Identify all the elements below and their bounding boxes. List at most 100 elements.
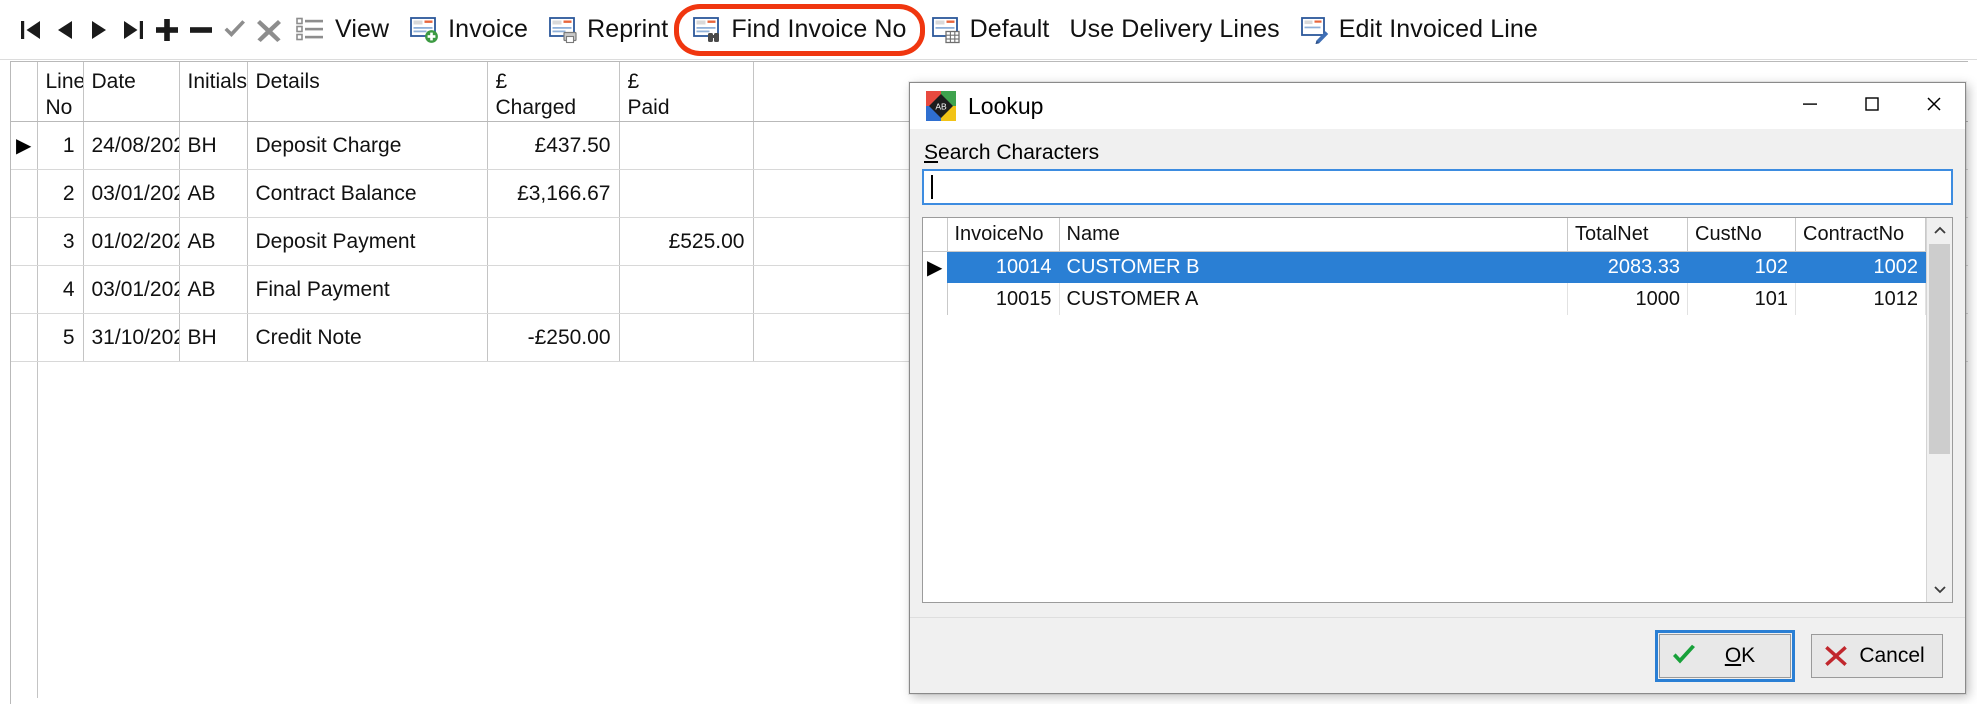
cell-details[interactable]: Contract Balance [247,169,488,218]
maximize-button[interactable] [1841,83,1903,129]
scroll-up-button[interactable] [1927,218,1952,244]
column-header-charged[interactable]: £ Charged [487,62,620,122]
lookup-dialog[interactable]: AB Lookup Search Characters InvoiceNo Na… [909,82,1966,694]
cell-date[interactable]: 01/02/2022 [83,217,180,266]
cell-date[interactable]: 31/10/2022 [83,313,180,362]
ok-button[interactable]: OK [1655,629,1795,682]
previous-record-icon [54,18,76,42]
column-header-initials[interactable]: Initials [179,62,248,122]
cancel-edit-button[interactable] [252,8,286,52]
cell-date[interactable]: 24/08/2022 [83,121,180,170]
cell-custno[interactable]: 101 [1687,283,1796,315]
cell-name[interactable]: CUSTOMER B [1059,251,1568,283]
column-header-line-no[interactable]: Line No [37,62,84,122]
cell-charged[interactable] [487,217,620,266]
cell-charged[interactable] [487,265,620,314]
post-edit-button[interactable] [218,8,252,52]
column-header-date[interactable]: Date [83,62,180,122]
minimize-button[interactable] [1779,83,1841,129]
column-header-details[interactable]: Details [247,62,488,122]
cell-empty [83,457,179,506]
scrollbar-track[interactable] [1927,244,1952,576]
lookup-column-header-invoiceno[interactable]: InvoiceNo [947,218,1060,252]
cell-details[interactable]: Final Payment [247,265,488,314]
next-record-button[interactable] [82,8,116,52]
cell-line-no[interactable]: 4 [37,265,84,314]
cell-date[interactable]: 03/01/2022 [83,169,180,218]
cell-empty [619,505,753,554]
lookup-grid-scrollbar[interactable] [1926,218,1952,602]
scroll-down-button[interactable] [1927,576,1952,602]
add-record-button[interactable] [150,8,184,52]
last-record-button[interactable] [116,8,150,52]
cell-paid[interactable] [619,313,754,362]
cell-initials[interactable]: AB [179,169,248,218]
cell-details[interactable]: Deposit Charge [247,121,488,170]
date-header-label: Date [91,70,136,93]
cell-initials[interactable]: AB [179,217,248,266]
cross-icon [256,17,282,43]
lookup-titlebar[interactable]: AB Lookup [910,83,1965,129]
edit-invoiced-line-button[interactable]: Edit Invoiced Line [1290,7,1548,53]
lookup-column-header-name[interactable]: Name [1059,218,1568,252]
list-item[interactable]: ▶ 10014 CUSTOMER B 2083.33 102 1002 [923,251,1926,283]
cell-initials[interactable]: BH [179,121,248,170]
reprint-label: Reprint [587,15,669,43]
cell-invoiceno[interactable]: 10015 [947,283,1060,315]
cell-charged[interactable]: £3,166.67 [487,169,620,218]
cell-custno[interactable]: 102 [1687,251,1796,283]
cell-paid[interactable] [619,121,754,170]
reprint-button[interactable]: Reprint [538,7,678,53]
scrollbar-thumb[interactable] [1929,244,1950,454]
lookup-results-grid[interactable]: InvoiceNo Name TotalNet CustNo ContractN… [922,217,1953,603]
lookup-column-header-contractno[interactable]: ContractNo [1795,218,1926,252]
lookup-column-header-custno[interactable]: CustNo [1687,218,1796,252]
cell-invoiceno[interactable]: 10014 [947,251,1060,283]
delete-record-button[interactable] [184,8,218,52]
cancel-button-label: Cancel [1859,643,1925,667]
cell-line-no[interactable]: 5 [37,313,84,362]
view-button[interactable]: View [286,7,399,53]
list-view-icon [296,16,326,44]
search-characters-input[interactable] [922,169,1953,205]
previous-record-button[interactable] [48,8,82,52]
line-no-line1: Line [45,70,83,93]
cell-totalnet[interactable]: 2083.33 [1567,251,1688,283]
first-record-button[interactable] [14,8,48,52]
cell-empty [37,553,83,602]
initials-header-label: Initials [187,70,247,93]
cell-charged[interactable]: -£250.00 [487,313,620,362]
cell-line-no[interactable]: 3 [37,217,84,266]
cell-date[interactable]: 03/01/2022 [83,265,180,314]
close-button[interactable] [1903,83,1965,129]
lookup-footer: OK Cancel [910,617,1965,693]
cell-initials[interactable]: AB [179,265,248,314]
cell-line-no[interactable]: 2 [37,169,84,218]
column-header-paid[interactable]: £ Paid [619,62,754,122]
row-indicator [11,169,38,218]
cell-empty [487,601,619,650]
cell-paid[interactable]: £525.00 [619,217,754,266]
cell-details[interactable]: Credit Note [247,313,488,362]
cell-name[interactable]: CUSTOMER A [1059,283,1568,315]
list-item[interactable]: 10015 CUSTOMER A 1000 101 1012 [923,283,1926,315]
lookup-header-row: InvoiceNo Name TotalNet CustNo ContractN… [923,218,1926,252]
cell-totalnet[interactable]: 1000 [1567,283,1688,315]
cell-paid[interactable] [619,265,754,314]
cell-contractno[interactable]: 1002 [1795,251,1926,283]
cell-paid[interactable] [619,169,754,218]
cell-contractno[interactable]: 1012 [1795,283,1926,315]
ab-app-icon: AB [926,91,956,121]
toolbar: View Invoice Reprint Find Invoice No Def… [0,0,1977,60]
invoice-button[interactable]: Invoice [399,7,538,53]
use-delivery-lines-button[interactable]: Use Delivery Lines [1059,7,1289,53]
cell-details[interactable]: Deposit Payment [247,217,488,266]
cancel-button[interactable]: Cancel [1811,633,1943,678]
cell-charged[interactable]: £437.50 [487,121,620,170]
cell-line-no[interactable]: 1 [37,121,84,170]
default-button[interactable]: Default [921,7,1060,53]
lookup-column-header-totalnet[interactable]: TotalNet [1567,218,1688,252]
app-window: View Invoice Reprint Find Invoice No Def… [0,0,1977,704]
find-invoice-no-button[interactable]: Find Invoice No [674,3,925,56]
cell-initials[interactable]: BH [179,313,248,362]
